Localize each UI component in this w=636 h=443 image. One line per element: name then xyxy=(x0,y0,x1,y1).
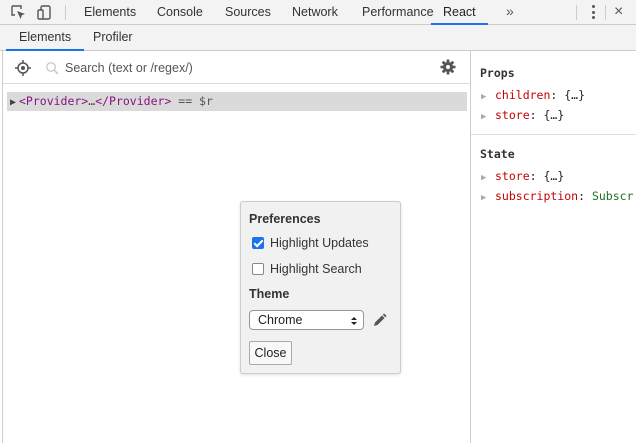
tab-console[interactable]: Console xyxy=(157,0,203,25)
tab-performance[interactable]: Performance xyxy=(362,0,434,25)
edit-theme-pencil-icon[interactable] xyxy=(372,313,387,328)
settings-gear-icon[interactable] xyxy=(440,59,456,75)
close-devtools-icon[interactable]: × xyxy=(614,3,623,21)
prop-row[interactable]: ▶ children: {…} xyxy=(481,88,585,104)
state-value: {…} xyxy=(543,169,565,183)
expand-arrow-icon[interactable]: ▶ xyxy=(481,90,495,104)
section-divider xyxy=(471,134,636,135)
expand-arrow-icon[interactable]: ▶ xyxy=(481,171,495,185)
tab-sources[interactable]: Sources xyxy=(225,0,271,25)
props-state-pane: Props ▶ children: {…} ▶ store: {…} State ▶… xyxy=(470,51,636,443)
select-caret-icon xyxy=(350,314,358,326)
state-key: subscription xyxy=(495,189,579,203)
tree-row-provider[interactable]: ▶ <Provider>…</Provider> == $r xyxy=(7,92,467,111)
prop-key: children xyxy=(495,88,551,102)
react-subtabs: Elements Profiler xyxy=(0,25,636,51)
search-icon xyxy=(45,61,59,75)
state-row[interactable]: ▶ store: {…} xyxy=(481,169,564,185)
expand-arrow-icon[interactable]: ▶ xyxy=(481,110,495,124)
preferences-title: Preferences xyxy=(249,212,321,226)
expand-arrow-icon[interactable]: ▶ xyxy=(481,191,495,205)
props-title: Props xyxy=(480,66,515,80)
more-options-icon[interactable] xyxy=(591,5,595,20)
close-button[interactable]: Close xyxy=(249,341,292,365)
open-tag: <Provider> xyxy=(19,94,89,108)
select-element-target-icon[interactable] xyxy=(15,60,31,76)
state-key: store xyxy=(495,169,530,183)
state-value: Subscr xyxy=(591,189,634,203)
prop-key: store xyxy=(495,108,530,122)
toolbar-separator xyxy=(576,5,577,20)
devtools-toolbar: Elements Console Sources Network Perform… xyxy=(0,0,636,25)
search-input[interactable] xyxy=(65,58,425,78)
toolbar-separator xyxy=(65,5,66,20)
expand-arrow-icon[interactable]: ▶ xyxy=(7,93,19,112)
highlight-updates-option[interactable]: Highlight Updates xyxy=(252,235,369,251)
device-toolbar-icon[interactable] xyxy=(36,4,54,21)
prop-value: {…} xyxy=(543,108,565,122)
subtab-elements[interactable]: Elements xyxy=(6,25,85,51)
state-title: State xyxy=(480,147,515,161)
close-tag: </Provider> xyxy=(95,94,172,108)
prop-value: {…} xyxy=(564,88,586,102)
tab-elements[interactable]: Elements xyxy=(84,0,136,25)
more-tabs-chevron-icon[interactable]: » xyxy=(506,0,514,25)
highlight-search-option[interactable]: Highlight Search xyxy=(252,261,362,277)
tab-network[interactable]: Network xyxy=(292,0,338,25)
highlight-updates-checkbox[interactable] xyxy=(252,237,264,249)
theme-title: Theme xyxy=(249,287,290,301)
theme-select[interactable]: Chrome xyxy=(249,310,364,330)
highlight-search-label: Highlight Search xyxy=(270,262,362,276)
prop-row[interactable]: ▶ store: {…} xyxy=(481,108,564,124)
state-row[interactable]: ▶ subscription: Subscr xyxy=(481,189,634,205)
highlight-updates-label: Highlight Updates xyxy=(270,236,369,250)
search-bar xyxy=(3,51,471,84)
theme-select-value: Chrome xyxy=(258,313,303,327)
inspect-element-icon[interactable] xyxy=(10,4,28,21)
tab-react[interactable]: React xyxy=(431,0,488,25)
selected-ref-label: == $r xyxy=(171,94,213,108)
highlight-search-checkbox[interactable] xyxy=(252,263,264,275)
toolbar-separator xyxy=(605,5,606,20)
preferences-panel: Preferences Highlight Updates Highlight … xyxy=(240,201,401,374)
subtab-profiler[interactable]: Profiler xyxy=(93,25,133,51)
